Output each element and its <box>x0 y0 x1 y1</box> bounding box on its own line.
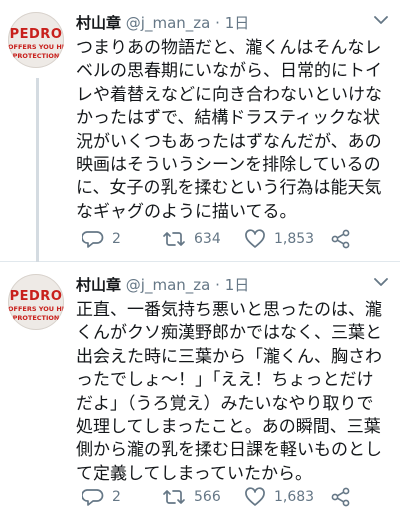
tweet-text-line: 正直、一番気持ち悪いと思ったのは、瀧 <box>76 300 382 320</box>
tweet-actions: 2 566 1,683 <box>82 486 382 508</box>
like-count: 1,683 <box>274 489 315 505</box>
user-handle[interactable]: @j_man_za <box>126 14 211 32</box>
tweet-text-line: なギャグのように描いてる。 <box>76 201 297 222</box>
tweet-text-line: つまりあの物語だと、瀧くんはそんなレ <box>76 38 382 58</box>
tweet-text-line: ったでしょ〜！」「ええ！ちょっとだけ <box>76 370 374 391</box>
reply-icon <box>82 489 104 506</box>
tweet-text: つまりあの物語だと、瀧くんはそんなレ ベルの思春期にいながら、日常的にトイ レや… <box>76 37 394 224</box>
tweet-text-line: 況がいくつもあったはずなんだが、あの <box>76 131 382 152</box>
tweet-text-line: 側から瀧の乳を揉む日課を軽いものとし <box>76 440 382 461</box>
retweet-button[interactable]: 566 <box>162 486 221 508</box>
separator-dot: · <box>215 276 220 294</box>
retweet-count: 634 <box>194 231 221 247</box>
tweet-text-line: に、女子の乳を揉むという行為は能天気 <box>76 178 382 199</box>
avatar-logo-text: PEDRO <box>9 27 63 42</box>
timestamp[interactable]: 1日 <box>225 276 250 294</box>
tweet-text-line: 映画はそういうシーンを排除しているの <box>76 155 381 176</box>
chevron-down-icon[interactable] <box>374 277 388 287</box>
tweet-actions: 2 634 1,853 <box>82 228 382 250</box>
reply-count: 2 <box>112 231 121 247</box>
share-button[interactable] <box>330 486 352 508</box>
like-count: 1,853 <box>274 231 315 247</box>
tweet-text-line: レや着替えなどに向き合わないといけな <box>76 84 382 105</box>
user-handle[interactable]: @j_man_za <box>126 276 211 294</box>
share-button[interactable] <box>330 228 352 250</box>
retweet-count: 566 <box>194 489 221 505</box>
tweet-text-line: くんがクソ痴漢野郎かではなく、三葉と <box>76 323 382 344</box>
like-button[interactable]: 1,683 <box>244 486 314 508</box>
display-name[interactable]: 村山章 <box>76 276 121 294</box>
tweet-text-line: 処理してしまったこと。あの瞬間、三葉 <box>76 417 381 438</box>
retweet-icon <box>163 232 185 246</box>
avatar-logo-text: PEDRO <box>9 289 63 304</box>
tweet[interactable]: PEDRO OFFERS YOU HI PROTECTION 村山章 @j_ma… <box>0 0 400 262</box>
share-icon <box>331 487 350 507</box>
tweet-text-line: かったはずで、結構ドラスティックな状 <box>76 108 380 129</box>
avatar-logo-text: PROTECTION <box>12 52 60 60</box>
like-icon <box>245 229 265 248</box>
timestamp[interactable]: 1日 <box>225 14 250 32</box>
retweet-icon <box>163 490 185 504</box>
like-icon <box>245 487 265 506</box>
tweet-text-line: 出会えた時に三葉から「瀧くん、胸さわ <box>76 346 382 367</box>
reply-icon <box>82 231 104 248</box>
retweet-button[interactable]: 634 <box>162 228 221 250</box>
reply-count: 2 <box>112 489 121 505</box>
tweet-text-line: ベルの思春期にいながら、日常的にトイ <box>76 61 382 82</box>
avatar[interactable]: PEDRO OFFERS YOU HI PROTECTION <box>8 12 64 68</box>
tweet-text-line: だよ」（うろ覚え）みたいなやり取りで <box>76 393 374 414</box>
thread-connector <box>36 78 39 262</box>
separator-dot: · <box>215 14 220 32</box>
share-icon <box>331 229 350 249</box>
reply-button[interactable]: 2 <box>82 228 121 250</box>
tweet-text-line: て定義してしまっていたから。 <box>76 463 312 484</box>
tweet-header: 村山章 @j_man_za · 1日 <box>76 274 370 296</box>
avatar[interactable]: PEDRO OFFERS YOU HI PROTECTION <box>8 274 64 330</box>
avatar-logo-text: OFFERS YOU HI <box>8 305 64 313</box>
avatar-logo-text: OFFERS YOU HI <box>8 43 64 51</box>
tweet[interactable]: PEDRO OFFERS YOU HI PROTECTION 村山章 @j_ma… <box>0 262 400 521</box>
avatar-logo-text: PROTECTION <box>12 314 60 322</box>
display-name[interactable]: 村山章 <box>76 14 121 32</box>
tweet-text: 正直、一番気持ち悪いと思ったのは、瀧 くんがクソ痴漢野郎かではなく、三葉と 出会… <box>76 299 394 486</box>
reply-button[interactable]: 2 <box>82 486 121 508</box>
chevron-down-icon[interactable] <box>374 15 388 25</box>
tweet-header: 村山章 @j_man_za · 1日 <box>76 12 370 34</box>
like-button[interactable]: 1,853 <box>244 228 314 250</box>
